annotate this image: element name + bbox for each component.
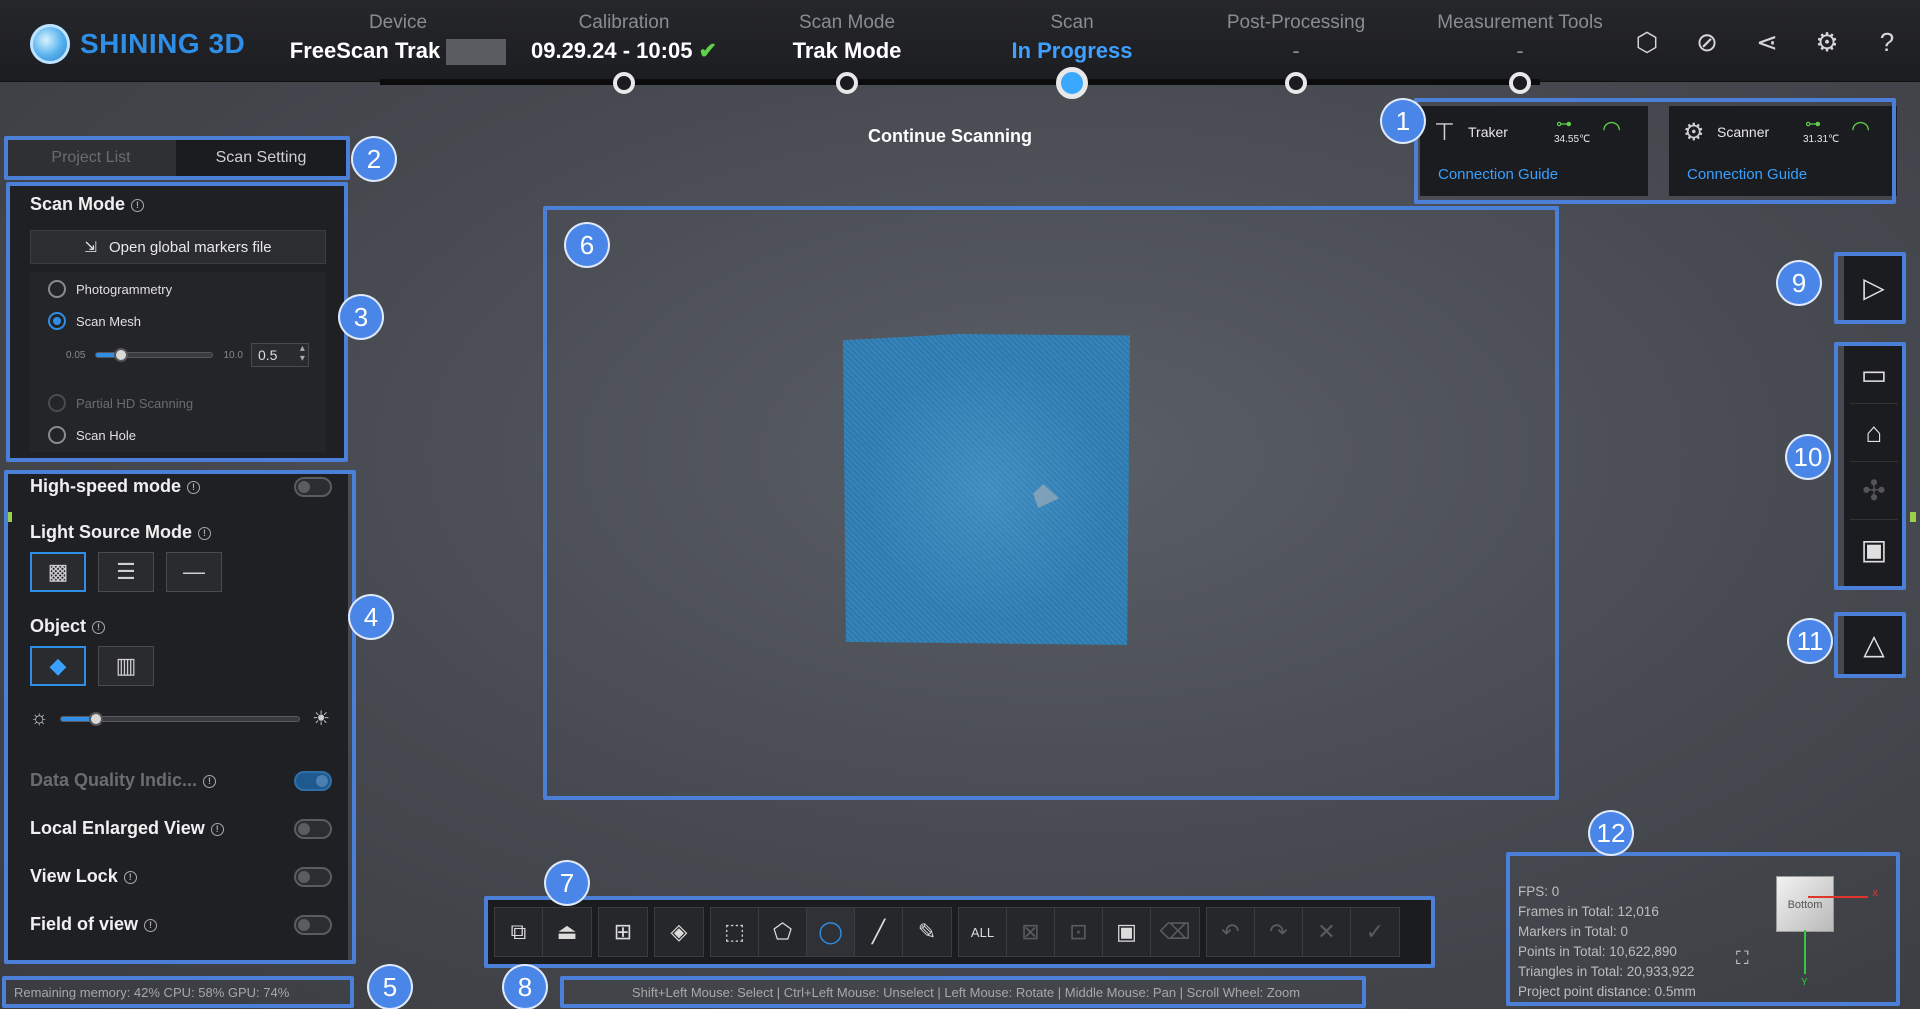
brand-name: SHINING 3D [80, 28, 246, 59]
step-label: Device [368, 12, 428, 33]
step-label: Scan [1050, 12, 1094, 33]
step-value: Trak Mode [792, 38, 902, 63]
step-node-scan-mode[interactable] [836, 72, 858, 94]
logo-mark [30, 24, 70, 64]
step-node-post-processing[interactable] [1285, 72, 1307, 94]
step-value: FreeScan Trak [283, 38, 513, 66]
step-node-calibration[interactable] [613, 72, 635, 94]
step-label: Post-Processing [1226, 12, 1366, 33]
share-icon[interactable]: ⋖ [1744, 22, 1790, 62]
annotation-badge-9: 9 [1778, 262, 1820, 304]
annotation-badge-10: 10 [1787, 436, 1829, 478]
progress-track [380, 79, 1540, 85]
device-id-chip [446, 39, 507, 66]
step-device[interactable]: Device FreeScan Trak [283, 12, 513, 66]
link-icon[interactable]: ⊘ [1684, 22, 1730, 62]
annotation-box-7 [484, 896, 1435, 968]
annotation-box-12 [1506, 852, 1900, 1006]
step-label: Scan Mode [798, 12, 896, 33]
scan-hint: Continue Scanning [868, 126, 1032, 146]
annotation-badge-3: 3 [340, 296, 382, 338]
annotation-box-8 [560, 976, 1366, 1008]
step-measurement-tools[interactable]: Measurement Tools - [1405, 12, 1635, 64]
step-calibration[interactable]: Calibration 09.29.24 - 10:05 ✔ [509, 12, 739, 64]
right-edge-marker [1910, 512, 1916, 522]
annotation-badge-11: 11 [1789, 620, 1831, 662]
annotation-badge-8: 8 [504, 966, 546, 1008]
annotation-box-9 [1834, 252, 1906, 324]
settings-icon[interactable]: ⚙ [1804, 22, 1850, 62]
annotation-box-10 [1834, 342, 1906, 590]
step-scan-mode[interactable]: Scan Mode Trak Mode [732, 12, 962, 64]
step-label: Measurement Tools [1437, 12, 1603, 33]
annotation-box-6 [543, 206, 1559, 800]
annotation-box-3 [6, 182, 348, 462]
annotation-badge-4: 4 [350, 596, 392, 638]
check-icon: ✔ [698, 38, 718, 63]
annotation-badge-2: 2 [353, 138, 395, 180]
annotation-box-11 [1834, 612, 1906, 678]
annotation-box-1 [1414, 98, 1896, 204]
model-icon[interactable]: ⬡ [1624, 22, 1670, 62]
step-node-measurement-tools[interactable] [1509, 72, 1531, 94]
step-label: Calibration [578, 12, 670, 33]
step-value: - [1516, 38, 1524, 63]
step-post-processing[interactable]: Post-Processing - [1181, 12, 1411, 64]
annotation-box-5 [2, 976, 354, 1008]
step-value: - [1292, 38, 1300, 63]
step-value: In Progress [1011, 38, 1133, 63]
annotation-box-2 [4, 136, 350, 180]
annotation-box-4 [4, 470, 356, 964]
annotation-badge-1: 1 [1382, 100, 1424, 142]
annotation-badge-6: 6 [566, 224, 608, 266]
step-value: 09.29.24 - 10:05 ✔ [530, 38, 718, 63]
top-bar: SHINING 3D Device FreeScan Trak Calibrat… [0, 0, 1920, 82]
header-icons: ⬡ ⊘ ⋖ ⚙ ? [1624, 22, 1910, 62]
help-icon[interactable]: ? [1864, 22, 1910, 62]
step-scan[interactable]: Scan In Progress [957, 12, 1187, 64]
annotation-badge-7: 7 [546, 862, 588, 904]
annotation-badge-12: 12 [1590, 812, 1632, 854]
step-node-scan[interactable] [1056, 67, 1088, 99]
annotation-badge-5: 5 [369, 966, 411, 1008]
logo: SHINING 3D [30, 24, 245, 64]
